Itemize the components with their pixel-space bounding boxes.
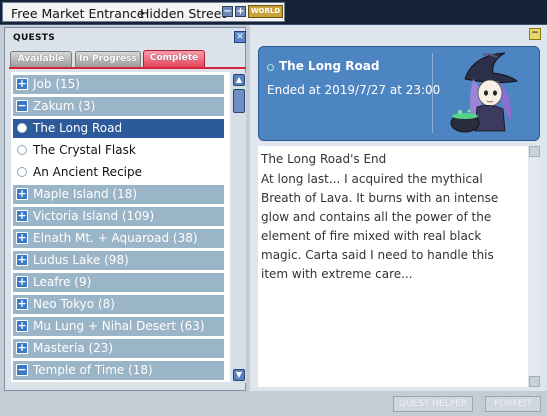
quest-row-label: An Ancient Recipe	[33, 165, 142, 179]
quest-row-label: Leafre (9)	[33, 275, 92, 289]
quest-row-label: Neo Tokyo (8)	[33, 297, 115, 311]
tab-complete[interactable]: Complete	[143, 50, 205, 67]
quest-category-row[interactable]: + Elnath Mt. + Aquaroad (38)	[13, 229, 224, 248]
scroll-down-icon[interactable]: ▼	[233, 369, 245, 381]
quest-bullet-icon	[17, 123, 27, 133]
quest-category-row[interactable]: + Job (15)	[13, 75, 224, 94]
quest-row-label: Victoria Island (109)	[33, 209, 155, 223]
quest-row-label: The Crystal Flask	[33, 143, 136, 157]
collapse-icon[interactable]: −	[16, 364, 28, 376]
quest-helper-button[interactable]: QUEST HELPER	[393, 396, 473, 412]
expand-icon[interactable]: +	[16, 342, 28, 354]
quest-panel-title: QUESTS	[13, 33, 56, 43]
quest-status-dot-icon	[267, 64, 274, 71]
witch-npc-icon	[450, 52, 519, 133]
quest-row-label: Zakum (3)	[33, 99, 96, 113]
collapse-icon[interactable]: −	[16, 100, 28, 112]
tab-underline	[9, 67, 246, 69]
expand-icon[interactable]: +	[16, 254, 28, 266]
quest-window: QUESTS ✕ Available In Progress Complete …	[0, 24, 547, 416]
tab-in-progress[interactable]: In Progress	[75, 51, 141, 67]
quest-row-label: Elnath Mt. + Aquaroad (38)	[33, 231, 198, 245]
card-divider	[432, 53, 433, 133]
description-scroll-up-icon[interactable]	[529, 146, 540, 157]
expand-icon[interactable]: +	[16, 78, 28, 90]
quest-row-label: Ludus Lake (98)	[33, 253, 129, 267]
quest-tabs: Available In Progress Complete	[9, 50, 245, 68]
expand-icon[interactable]: +	[16, 210, 28, 222]
quest-category-row[interactable]: − Zakum (3)	[13, 97, 224, 116]
detail-button-bar: QUEST HELPER FORFEIT	[250, 393, 547, 416]
quest-list: + Job (15) − Zakum (3) The Long Road The Crys…	[11, 72, 230, 382]
quest-description-title: The Long Road's End	[261, 152, 387, 166]
map-bar: Free Market Entrance Hidden Street − + W…	[0, 0, 547, 24]
quest-category-row[interactable]: + Maple Island (18)	[13, 185, 224, 204]
quest-category-row[interactable]: + Victoria Island (109)	[13, 207, 224, 226]
quest-row[interactable]: An Ancient Recipe	[13, 163, 224, 182]
scroll-thumb[interactable]	[233, 89, 245, 113]
quest-bullet-icon	[17, 167, 27, 177]
scroll-up-icon[interactable]: ▲	[233, 74, 245, 86]
quest-row-label: Masteria (23)	[33, 341, 114, 355]
expand-icon[interactable]: +	[16, 232, 28, 244]
map-minimize-icon[interactable]: −	[222, 6, 233, 17]
quest-category-row[interactable]: − Temple of Time (18)	[13, 361, 224, 380]
quest-description-box: The Long Road's End At long last... I ac…	[258, 146, 528, 387]
quest-row-label: The Long Road	[33, 121, 123, 135]
expand-icon[interactable]: +	[16, 188, 28, 200]
quest-row-label: Temple of Time (18)	[33, 363, 153, 377]
world-map-button[interactable]: WORLD	[248, 5, 283, 18]
quest-row[interactable]: The Crystal Flask	[13, 141, 224, 160]
quest-title: The Long Road	[279, 59, 380, 73]
quest-category-row[interactable]: + Neo Tokyo (8)	[13, 295, 224, 314]
map-area-name: Free Market Entrance	[11, 6, 145, 21]
quest-bullet-icon	[17, 145, 27, 155]
expand-icon[interactable]: +	[16, 276, 28, 288]
tab-available[interactable]: Available	[10, 51, 72, 67]
expand-icon[interactable]: +	[16, 298, 28, 310]
quest-row-label: Maple Island (18)	[33, 187, 138, 201]
forfeit-button[interactable]: FORFEIT	[485, 396, 541, 412]
quest-description-text: At long last... I acquired the mythical …	[261, 172, 499, 281]
quest-detail-panel: − The Long Road Ended at 2019/7/27 at 23…	[250, 25, 547, 391]
quest-category-row[interactable]: + Ludus Lake (98)	[13, 251, 224, 270]
quest-row[interactable]: The Long Road	[13, 119, 224, 138]
description-scrollbar[interactable]	[529, 146, 540, 387]
quest-list-panel: QUESTS ✕ Available In Progress Complete …	[4, 27, 246, 391]
quest-row-label: Mu Lung + Nihal Desert (63)	[33, 319, 205, 333]
quest-category-row[interactable]: + Masteria (23)	[13, 339, 224, 358]
map-street-name: Hidden Street	[140, 6, 227, 21]
description-scroll-down-icon[interactable]	[529, 376, 540, 387]
quest-list-scrollbar[interactable]: ▲ ▼	[232, 73, 246, 383]
map-expand-icon[interactable]: +	[235, 6, 246, 17]
quest-ended-date: Ended at 2019/7/27 at 23:00	[267, 83, 441, 97]
quest-category-row[interactable]: + Mu Lung + Nihal Desert (63)	[13, 317, 224, 336]
close-icon[interactable]: ✕	[234, 31, 246, 43]
expand-icon[interactable]: +	[16, 320, 28, 332]
quest-row-label: Job (15)	[33, 77, 80, 91]
quest-header-card: The Long Road Ended at 2019/7/27 at 23:0…	[258, 46, 540, 141]
minimize-icon[interactable]: −	[529, 28, 541, 40]
quest-category-row[interactable]: + Leafre (9)	[13, 273, 224, 292]
